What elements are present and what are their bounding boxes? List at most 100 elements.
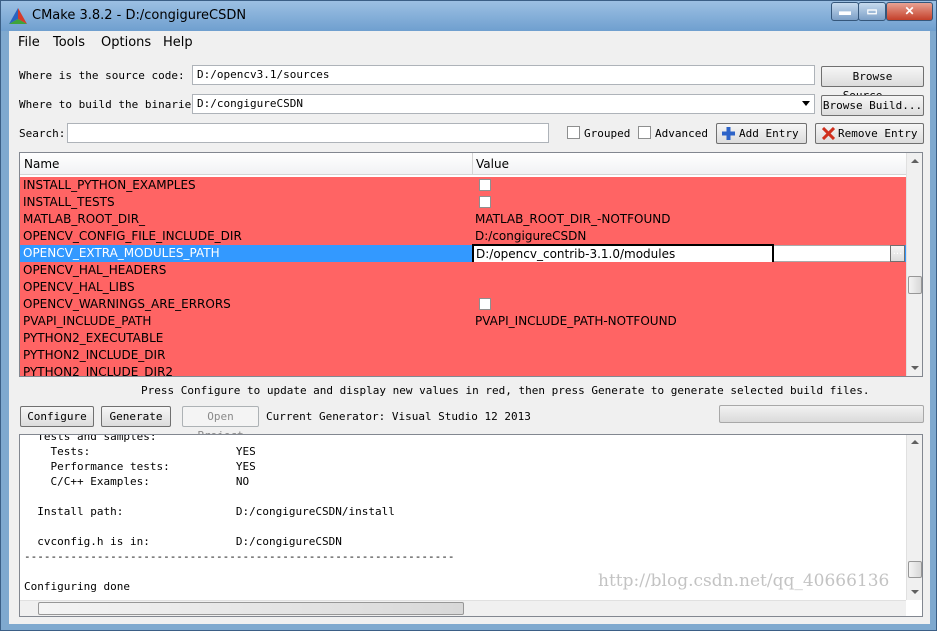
minimize-button[interactable]: ▬	[831, 2, 859, 21]
remove-x-icon	[822, 127, 835, 140]
entry-name: OPENCV_HAL_LIBS	[23, 280, 135, 294]
entry-checkbox[interactable]	[479, 298, 491, 310]
table-vertical-scrollbar[interactable]	[906, 153, 922, 376]
table-row[interactable]: OPENCV_HAL_LIBS	[20, 279, 906, 296]
remove-entry-label: Remove Entry	[838, 127, 918, 140]
table-row[interactable]: PYTHON2_INCLUDE_DIR2	[20, 364, 906, 377]
scroll-up-icon[interactable]	[911, 440, 919, 444]
scroll-up-icon[interactable]	[911, 159, 919, 163]
table-row[interactable]: INSTALL_PYTHON_EXAMPLES	[20, 177, 906, 194]
build-path-value: D:/congigureCSDN	[197, 97, 303, 110]
table-row[interactable]: INSTALL_TESTS	[20, 194, 906, 211]
menu-help[interactable]: Help	[163, 35, 193, 50]
entry-name: OPENCV_EXTRA_MODULES_PATH	[23, 246, 220, 260]
configure-button[interactable]: Configure	[20, 406, 94, 427]
output-line: Tests: YES	[24, 445, 256, 458]
entry-name: INSTALL_PYTHON_EXAMPLES	[23, 178, 196, 192]
output-hscroll-thumb[interactable]	[38, 602, 464, 615]
entry-value[interactable]: MATLAB_ROOT_DIR_-NOTFOUND	[475, 212, 670, 226]
output-text: Tests and samples: Tests: YES Performanc…	[24, 434, 455, 594]
table-header: Name Value	[20, 153, 906, 175]
build-label: Where to build the binaries:	[19, 98, 205, 111]
browse-source-button[interactable]: Browse Source...	[821, 66, 924, 102]
entry-name: PYTHON2_INCLUDE_DIR2	[23, 365, 174, 377]
generate-button[interactable]: Generate	[101, 406, 171, 427]
advanced-checkbox[interactable]	[638, 126, 651, 139]
column-name-header[interactable]: Name	[24, 157, 59, 171]
output-line: Tests and samples:	[24, 434, 157, 443]
entry-name: INSTALL_TESTS	[23, 195, 115, 209]
entry-name: PYTHON2_EXECUTABLE	[23, 331, 164, 345]
output-line: C/C++ Examples: NO	[24, 475, 250, 488]
menu-bar: File Tools Options Help	[9, 31, 930, 54]
maximize-button[interactable]: ▭	[858, 2, 886, 21]
browse-path-button[interactable]: ...	[890, 245, 905, 262]
menu-file[interactable]: File	[18, 35, 40, 50]
entry-value[interactable]: PVAPI_INCLUDE_PATH-NOTFOUND	[475, 314, 677, 328]
table-row[interactable]: PYTHON2_EXECUTABLE	[20, 330, 906, 347]
entry-name: PVAPI_INCLUDE_PATH	[23, 314, 152, 328]
table-rows: INSTALL_PYTHON_EXAMPLES INSTALL_TESTS MATL…	[20, 177, 906, 377]
output-line: Install path: D:/congigureCSDN/install	[24, 505, 395, 518]
entry-name: OPENCV_CONFIG_FILE_INCLUDE_DIR	[23, 229, 242, 243]
client-area: File Tools Options Help Where is the sou…	[9, 31, 930, 624]
output-horizontal-scrollbar[interactable]	[20, 600, 906, 616]
entry-name: MATLAB_ROOT_DIR_	[23, 212, 146, 226]
table-row[interactable]: OPENCV_EXTRA_MODULES_PATH D:/opencv_contr…	[20, 244, 906, 264]
output-line: cvconfig.h is in: D:/congigureCSDN	[24, 535, 342, 548]
entry-checkbox[interactable]	[479, 179, 491, 191]
menu-options[interactable]: Options	[101, 35, 151, 50]
table-row[interactable]: PVAPI_INCLUDE_PATH PVAPI_INCLUDE_PATH-NOT…	[20, 313, 906, 330]
chevron-down-icon[interactable]	[802, 101, 810, 106]
cmake-logo-icon	[9, 8, 27, 24]
current-generator: Current Generator: Visual Studio 12 2013	[266, 410, 531, 423]
add-entry-label: Add Entry	[739, 127, 799, 140]
scroll-down-icon[interactable]	[911, 366, 919, 370]
open-project-button[interactable]: Open Project	[182, 406, 259, 442]
watermark: http://blog.csdn.net/qq_40666136	[598, 571, 890, 591]
title-bar[interactable]: CMake 3.8.2 - D:/congigureCSDN ▬ ▭ ✕	[1, 1, 936, 31]
add-entry-button[interactable]: Add Entry	[716, 123, 807, 144]
advanced-label: Advanced	[655, 127, 708, 140]
search-label: Search:	[19, 127, 66, 140]
build-path-combo[interactable]: D:/congigureCSDN	[192, 94, 815, 114]
source-path-input[interactable]: D:/opencv3.1/sources	[192, 65, 815, 85]
progress-bar	[719, 405, 924, 423]
browse-build-button[interactable]: Browse Build...	[821, 95, 924, 116]
table-row[interactable]: PYTHON2_INCLUDE_DIR	[20, 347, 906, 364]
table-scroll-thumb[interactable]	[908, 276, 922, 294]
column-divider[interactable]	[472, 153, 473, 175]
menu-tools[interactable]: Tools	[53, 35, 85, 50]
window-title: CMake 3.8.2 - D:/congigureCSDN	[32, 8, 247, 23]
entry-name: OPENCV_WARNINGS_ARE_ERRORS	[23, 297, 231, 311]
cmake-window: CMake 3.8.2 - D:/congigureCSDN ▬ ▭ ✕ Fil…	[0, 0, 937, 631]
cache-table: Name Value INSTALL_PYTHON_EXAMPLES INSTAL…	[19, 152, 923, 377]
entry-value-editor[interactable]: D:/opencv_contrib-3.1.0/modules	[472, 244, 774, 264]
output-line: Performance tests: YES	[24, 460, 256, 473]
entry-name: PYTHON2_INCLUDE_DIR	[23, 348, 166, 362]
close-button[interactable]: ✕	[886, 2, 933, 21]
table-row[interactable]: OPENCV_HAL_HEADERS	[20, 262, 906, 279]
output-line: ----------------------------------------…	[24, 550, 455, 563]
table-row[interactable]: OPENCV_CONFIG_FILE_INCLUDE_DIR D:/congigu…	[20, 228, 906, 245]
configure-hint: Press Configure to update and display ne…	[141, 384, 870, 397]
entry-checkbox[interactable]	[479, 196, 491, 208]
column-value-header[interactable]: Value	[476, 157, 509, 171]
scroll-down-icon[interactable]	[911, 590, 919, 594]
output-vertical-scrollbar[interactable]	[906, 435, 922, 600]
source-label: Where is the source code:	[19, 69, 185, 82]
grouped-checkbox[interactable]	[567, 126, 580, 139]
output-scroll-thumb[interactable]	[908, 561, 922, 578]
entry-value[interactable]: D:/congigureCSDN	[475, 229, 586, 243]
grouped-label: Grouped	[584, 127, 631, 140]
table-row[interactable]: MATLAB_ROOT_DIR_ MATLAB_ROOT_DIR_-NOTFOUN…	[20, 211, 906, 228]
plus-icon	[722, 127, 735, 140]
table-row[interactable]: OPENCV_WARNINGS_ARE_ERRORS	[20, 296, 906, 313]
remove-entry-button[interactable]: Remove Entry	[815, 123, 924, 144]
entry-name: OPENCV_HAL_HEADERS	[23, 263, 167, 277]
search-input[interactable]	[67, 123, 549, 143]
editor-field[interactable]	[774, 245, 890, 262]
